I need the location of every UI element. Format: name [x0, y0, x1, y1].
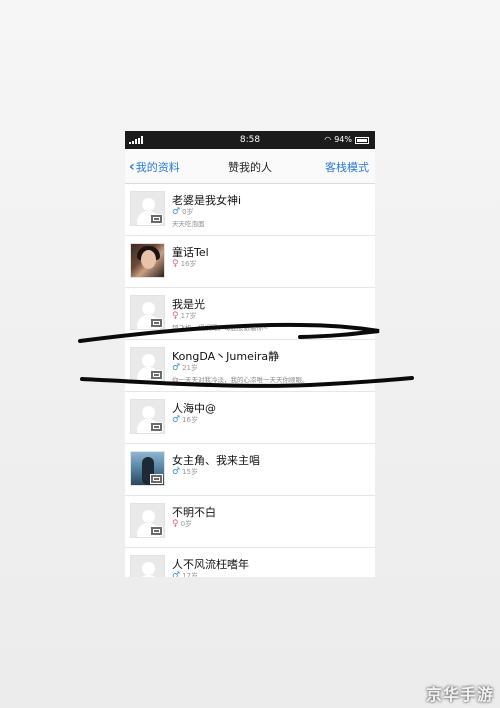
male-icon: ♂	[172, 571, 181, 578]
list-item[interactable]: 童话Tel ♀ 16岁	[125, 236, 375, 288]
photo-icon	[150, 370, 163, 380]
list-item[interactable]: 人海中@ ♂ 16岁	[125, 392, 375, 444]
photo-icon	[150, 318, 163, 328]
female-icon: ♀	[172, 519, 179, 529]
list-item[interactable]: 我是光 ♀ 17岁超飞机，蜗蜗哥，每屁股跟着你~	[125, 288, 375, 340]
contact-age: 21岁	[182, 364, 198, 372]
list-item[interactable]: 人不风流枉嗜年 ♂ 17岁	[125, 548, 375, 577]
avatar[interactable]	[130, 295, 165, 330]
avatar[interactable]	[130, 451, 165, 486]
contact-meta: ♂ 15岁	[172, 467, 198, 477]
contact-meta: ♀ 0岁	[172, 519, 192, 529]
female-icon: ♀	[172, 311, 179, 321]
avatar[interactable]	[130, 347, 165, 382]
contact-list: 老婆是我女神i ♂ 0岁 天天吃泡面 童话Tel ♀ 16岁 我是光 ♀ 17岁 超飞机，蜗蜗哥，每…	[125, 184, 375, 577]
contact-meta: ♂ 21岁	[172, 363, 198, 373]
avatar[interactable]	[130, 503, 165, 538]
contact-meta: ♂ 16岁	[172, 415, 198, 425]
nav-bar: ‹ 我的资料 赞我的人 客栈模式	[125, 149, 375, 184]
list-item[interactable]: KongDA丶Jumeira静 ♂ 21岁你一天天对我冷淡，我的心凉唯一天天你顺眼。	[125, 340, 375, 392]
list-item[interactable]: 女主角、我来主唱 ♂ 15岁	[125, 444, 375, 496]
contact-name: 人不风流枉嗜年	[172, 558, 249, 571]
contact-age: 16岁	[182, 416, 198, 424]
avatar[interactable]	[130, 243, 165, 278]
contact-meta: ♂ 0岁	[172, 207, 194, 217]
battery-percent: 94%	[334, 135, 352, 144]
contact-age: 0岁	[182, 208, 194, 216]
contact-age: 17岁	[182, 572, 198, 577]
contact-age: 16岁	[180, 260, 197, 268]
contact-name: KongDA丶Jumeira静	[172, 350, 280, 363]
list-item[interactable]: 老婆是我女神i ♂ 0岁天天吃泡面	[125, 184, 375, 236]
phone-screen: 8:58 ◠ 94% ‹ 我的资料 赞我的人 客栈模式 老婆是我女神i ♂ 0岁 天天…	[125, 131, 375, 577]
watermark-text: 京华手游	[425, 685, 494, 704]
contact-meta: ♀ 16岁	[172, 259, 197, 269]
contact-name: 童话Tel	[172, 246, 209, 259]
male-icon: ♂	[172, 415, 181, 425]
list-item[interactable]: 不明不白 ♀ 0岁	[125, 496, 375, 548]
mode-button[interactable]: 客栈模式	[325, 159, 369, 175]
contact-age: 15岁	[182, 468, 198, 476]
contact-meta: ♀ 17岁	[172, 311, 197, 321]
avatar[interactable]	[130, 555, 165, 577]
status-bar: 8:58 ◠ 94%	[125, 131, 375, 149]
contact-name: 老婆是我女神i	[172, 194, 242, 207]
contact-name: 我是光	[172, 298, 205, 311]
contact-name: 女主角、我来主唱	[172, 454, 260, 467]
contact-age: 17岁	[180, 312, 197, 320]
female-icon: ♀	[172, 259, 179, 269]
photo-icon	[150, 474, 163, 484]
avatar[interactable]	[130, 191, 165, 226]
photo-icon	[150, 526, 163, 536]
contact-name: 不明不白	[172, 506, 216, 519]
avatar[interactable]	[130, 399, 165, 434]
contact-signature: 天天吃泡面	[172, 220, 205, 228]
contact-signature: 你一天天对我冷淡，我的心凉唯一天天你顺眼。	[172, 376, 309, 384]
battery-icon	[355, 136, 369, 144]
photo-icon	[150, 214, 163, 224]
contact-meta: ♂ 17岁	[172, 571, 198, 578]
wifi-icon: ◠	[324, 135, 332, 144]
contact-name: 人海中@	[172, 402, 216, 415]
contact-age: 0岁	[180, 520, 193, 528]
male-icon: ♂	[172, 467, 181, 477]
photo-icon	[150, 422, 163, 432]
male-icon: ♂	[172, 207, 181, 217]
contact-signature: 超飞机，蜗蜗哥，每屁股跟着你~	[172, 324, 269, 332]
male-icon: ♂	[172, 363, 181, 373]
